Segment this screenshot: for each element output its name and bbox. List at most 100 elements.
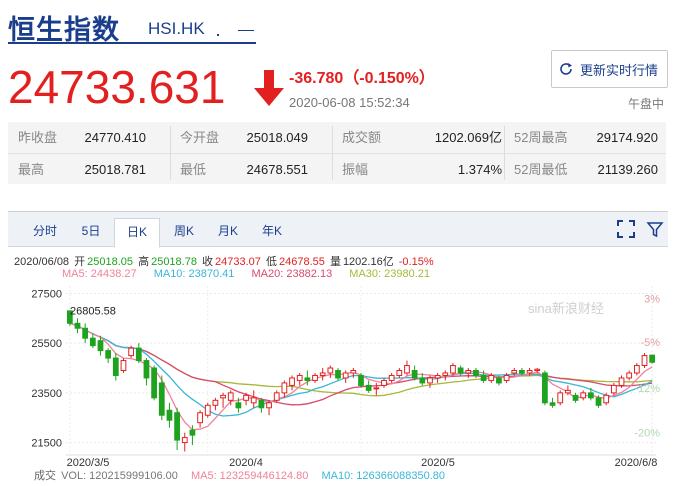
- candle: [626, 370, 633, 381]
- x-tick-label: 2020/4: [229, 457, 263, 466]
- candle-body: [641, 355, 648, 367]
- candle-body: [289, 377, 295, 386]
- tab-monthly-k[interactable]: 月K: [206, 218, 250, 248]
- candle-body: [135, 347, 142, 362]
- stat-value: 25018.049: [246, 130, 308, 145]
- info-volume-label: 量: [329, 256, 341, 268]
- candle: [465, 368, 472, 378]
- candle: [572, 392, 579, 403]
- candle-body: [120, 360, 127, 371]
- candle-body: [411, 370, 418, 379]
- candle-body: [335, 370, 341, 379]
- candle: [74, 318, 81, 334]
- candle: [204, 402, 211, 418]
- candle: [266, 400, 272, 416]
- ma5-value: MA5: 24438.27: [62, 268, 137, 280]
- candle: [542, 370, 548, 406]
- candle-body: [304, 377, 311, 381]
- fullscreen-icon[interactable]: [616, 219, 636, 239]
- info-date: 2020/06/08: [14, 256, 70, 268]
- stat-label: 52周最低: [514, 162, 568, 177]
- settings-icon[interactable]: [645, 219, 665, 239]
- tab-intraday[interactable]: 分时: [22, 218, 68, 248]
- candle: [365, 380, 372, 393]
- stat-label: 成交额: [342, 130, 382, 145]
- y-tick-label: 27500: [31, 288, 62, 300]
- candle: [358, 372, 364, 388]
- candle-body: [166, 409, 173, 421]
- candle: [289, 375, 295, 391]
- candle-body: [235, 402, 242, 409]
- candle: [580, 390, 587, 401]
- candle-body: [534, 368, 541, 372]
- candle: [434, 372, 441, 383]
- stat-value: 21139.260: [597, 162, 659, 177]
- stats-table: 昨收盘 24770.410 今开盘 25018.049 成交额 1202.069…: [8, 122, 666, 184]
- candle-body: [212, 399, 219, 406]
- tab-weekly-k[interactable]: 周K: [162, 218, 206, 248]
- tab-yearly-k[interactable]: 年K: [250, 218, 294, 248]
- info-open-label: 开: [74, 256, 86, 268]
- tab-daily-k[interactable]: 日K: [114, 218, 160, 248]
- info-high-value: 25018.78: [151, 256, 197, 268]
- candle: [549, 397, 556, 408]
- candle: [373, 382, 380, 396]
- volume-ma5: MA5: 123259446124.80: [190, 470, 309, 482]
- volume-label: 成交: [34, 470, 56, 482]
- stat-label: 今开盘: [180, 130, 220, 145]
- pct-tick-label: -20%: [634, 428, 660, 440]
- candle-body: [565, 389, 571, 394]
- candle-body: [312, 374, 318, 381]
- pct-tick-label: -5%: [640, 337, 660, 349]
- watermark: sina新浪财经: [528, 301, 604, 316]
- candle: [641, 353, 648, 369]
- candle-body: [610, 384, 617, 394]
- candlestick-chart[interactable]: sina新浪财经 27500 25500 23500 21500 3% -5% -12% -2…: [0, 280, 674, 466]
- stat-value: 1202.069亿: [434, 130, 502, 145]
- candle-body: [220, 394, 226, 399]
- candle: [151, 365, 157, 401]
- candle-body: [128, 347, 135, 357]
- candle-body: [388, 374, 395, 381]
- info-change-pct: -0.15%: [398, 256, 434, 268]
- candle-body: [327, 367, 334, 374]
- volume-value: VOL: 120215999106.00: [61, 470, 178, 482]
- x-tick-label: 2020/5: [421, 457, 455, 466]
- y-tick-label: 21500: [31, 438, 62, 450]
- candle: [633, 363, 640, 376]
- candle: [335, 368, 341, 381]
- stat-value: 25018.781: [84, 162, 146, 177]
- candle: [557, 390, 564, 406]
- candle-body: [526, 370, 533, 374]
- refresh-quote-button[interactable]: 更新实时行情: [551, 50, 668, 88]
- candle-body: [189, 429, 196, 436]
- candle: [610, 382, 617, 396]
- candle-body: [580, 392, 587, 399]
- candle-body: [358, 374, 364, 386]
- stat-value: 24770.410: [84, 130, 146, 145]
- stat-label: 最低: [180, 162, 207, 177]
- ma30-value: MA30: 23980.21: [349, 268, 431, 280]
- stat-label: 振幅: [342, 162, 369, 177]
- candle: [296, 372, 303, 386]
- candle-body: [296, 374, 303, 381]
- candle-body: [243, 394, 249, 401]
- candle-body: [204, 404, 211, 416]
- candle-body: [496, 377, 502, 384]
- candle-body: [457, 367, 464, 374]
- candle: [258, 397, 265, 413]
- tab-5day[interactable]: 5日: [70, 218, 112, 248]
- candle-body: [557, 392, 564, 404]
- candle-body: [350, 370, 357, 374]
- candle-body: [480, 374, 487, 381]
- candle: [273, 390, 280, 403]
- candle-body: [74, 322, 81, 329]
- candle-body: [595, 397, 602, 406]
- y-tick-label: 23500: [31, 388, 62, 400]
- candle-body: [549, 402, 556, 406]
- market-status: 午盘中: [628, 97, 665, 111]
- candle: [166, 402, 173, 428]
- candle: [135, 343, 142, 364]
- candle-body: [419, 377, 426, 384]
- candle-body: [465, 370, 472, 374]
